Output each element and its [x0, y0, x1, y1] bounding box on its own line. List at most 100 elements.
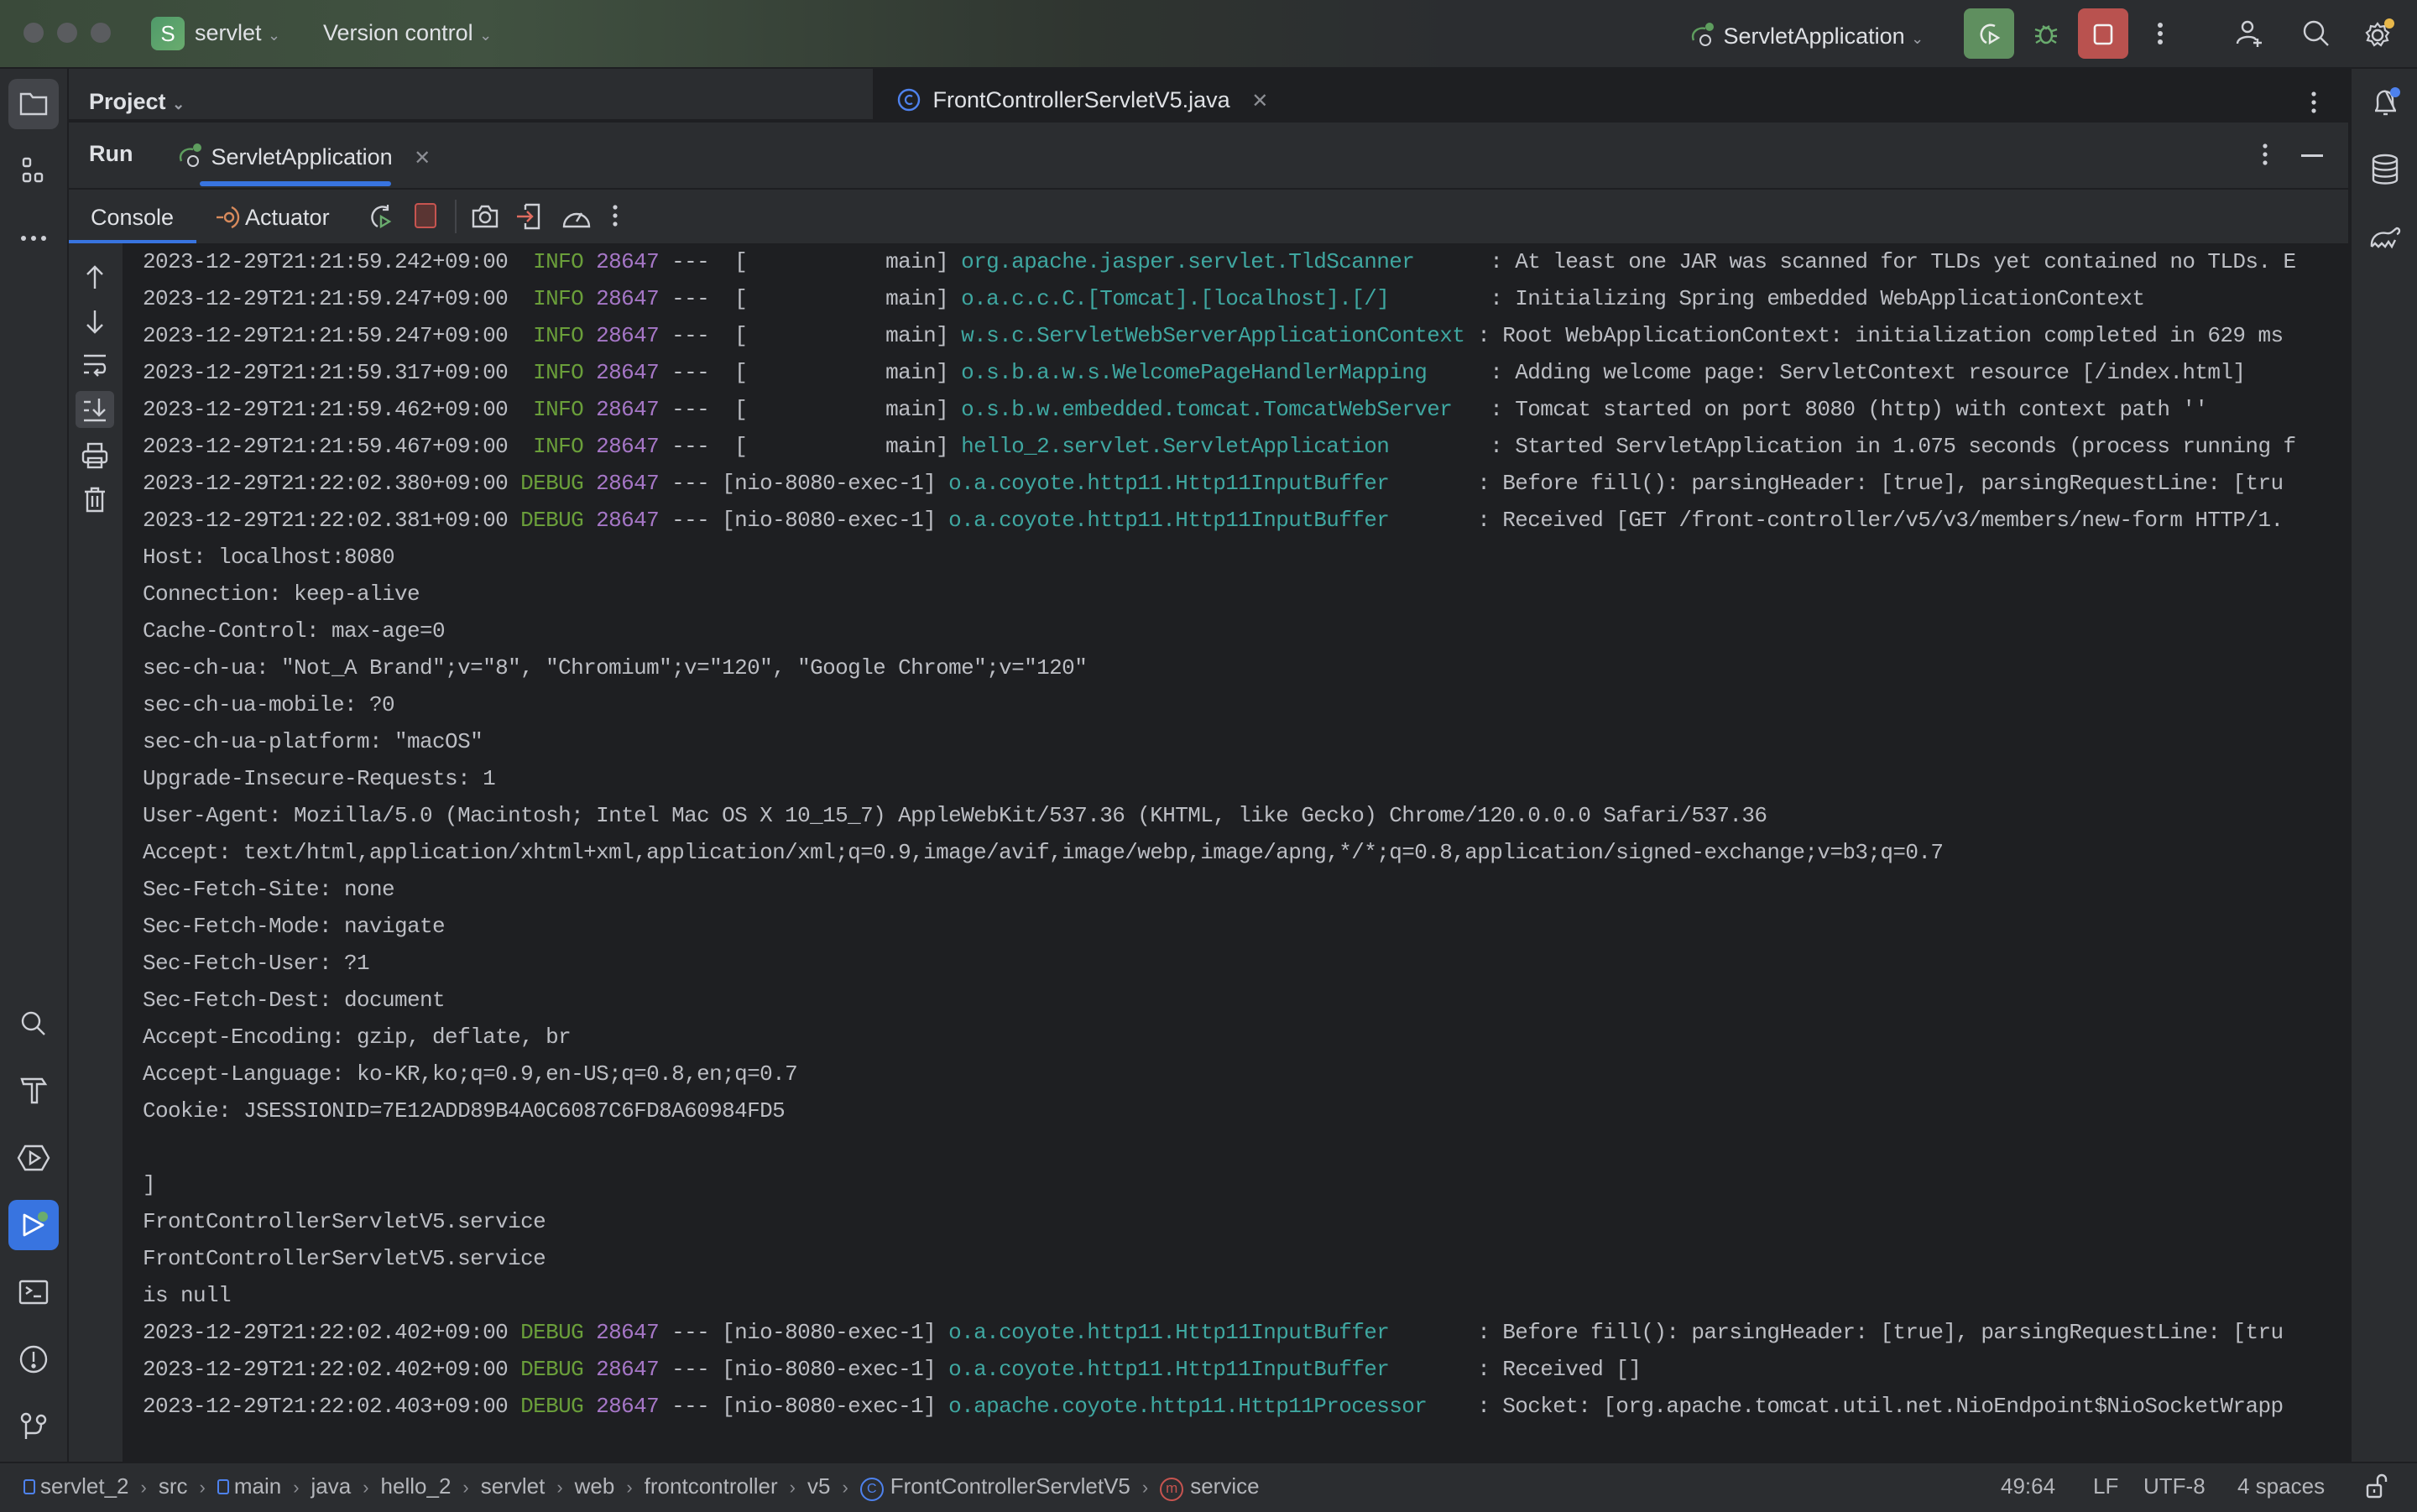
java-class-icon: C: [859, 1478, 884, 1501]
file-encoding[interactable]: UTF-8: [2143, 1473, 2206, 1499]
vcs-selector[interactable]: Version control ⌄: [323, 20, 492, 46]
project-selector[interactable]: servlet ⌄: [195, 20, 280, 46]
run-config-selector[interactable]: ServletApplication ⌄: [1689, 20, 1924, 50]
breadcrumb-item[interactable]: servlet_2: [23, 1473, 129, 1499]
database-icon: [2372, 154, 2399, 185]
log-level: INFO: [520, 397, 597, 422]
breadcrumb-label: servlet_2: [40, 1473, 129, 1499]
log-line: 2023-12-29T21:21:59.247+09:00 INFO 28647…: [123, 280, 2348, 317]
module-folder-icon: [217, 1479, 229, 1494]
caret-position[interactable]: 49:64: [2001, 1473, 2055, 1499]
right-tool-strip: [2350, 69, 2417, 1462]
console-tab[interactable]: Console: [91, 205, 174, 231]
code-with-me-button[interactable]: [2224, 8, 2274, 59]
clear-all-button[interactable]: [81, 485, 109, 518]
log-line: Accept-Encoding: gzip, deflate, br: [143, 1025, 572, 1050]
close-tab-icon[interactable]: ✕: [1251, 90, 1268, 112]
stop-console-button[interactable]: [415, 203, 436, 228]
breadcrumb-item[interactable]: servlet: [481, 1473, 546, 1499]
log-logger: o.s.b.a.w.s.WelcomePageHandlerMapping: [961, 360, 1478, 385]
gradle-button[interactable]: [2360, 211, 2410, 262]
window-minimize-button[interactable]: [57, 23, 77, 43]
console-output[interactable]: 2023-12-29T21:21:59.242+09:00 INFO 28647…: [123, 243, 2348, 1462]
more-tools-button[interactable]: [8, 213, 59, 263]
run-tab-servlet-application[interactable]: ServletApplication ✕: [176, 141, 431, 170]
project-view-selector[interactable]: Project ⌄: [89, 89, 185, 115]
structure-tool-button[interactable]: [8, 146, 59, 196]
scroll-down-button[interactable]: [81, 307, 109, 340]
soft-wrap-button[interactable]: [81, 351, 109, 383]
breadcrumb-item[interactable]: hello_2: [381, 1473, 452, 1499]
breadcrumb-item[interactable]: C FrontControllerServletV5: [859, 1473, 1130, 1501]
minimize-icon[interactable]: [2301, 154, 2323, 157]
breadcrumb-item[interactable]: web: [575, 1473, 615, 1499]
breadcrumb-item[interactable]: m service: [1160, 1473, 1260, 1501]
log-logger: o.a.c.c.C.[Tomcat].[localhost].[/]: [961, 286, 1478, 311]
problems-tool-button[interactable]: [8, 1334, 59, 1384]
run-tool-button[interactable]: [8, 1200, 59, 1250]
search-icon: [2303, 20, 2329, 46]
log-pid: 28647: [596, 323, 672, 348]
chevron-right-icon: ›: [626, 1477, 633, 1498]
settings-button[interactable]: [2358, 8, 2400, 59]
log-message: : Tomcat started on port 8080 (http) wit…: [1477, 397, 2208, 422]
more-actions-button[interactable]: [2135, 8, 2185, 59]
log-block-request-dump: Host: localhost:8080 Connection: keep-ali…: [123, 539, 2348, 1314]
screenshot-button[interactable]: [470, 201, 500, 236]
window-maximize-button[interactable]: [91, 23, 111, 43]
toolbar-divider: [455, 200, 457, 233]
window-close-button[interactable]: [23, 23, 44, 43]
editor-tabs-more-button[interactable]: [2310, 89, 2318, 122]
log-thread: --- [ main]: [671, 323, 962, 348]
run-window-options-button[interactable]: [2261, 141, 2269, 174]
chevron-right-icon: ›: [842, 1477, 848, 1498]
rerun-console-button[interactable]: [366, 201, 396, 236]
close-tab-icon[interactable]: ✕: [414, 147, 431, 169]
find-tool-button[interactable]: [8, 998, 59, 1049]
export-button[interactable]: [515, 201, 546, 236]
printer-icon: [81, 442, 108, 469]
actuator-tab-label: Actuator: [245, 205, 330, 230]
editor-tab[interactable]: FrontControllerServletV5.java ✕: [896, 87, 1268, 113]
console-more-button[interactable]: [611, 201, 619, 234]
log-line: 2023-12-29T21:22:02.403+09:00 DEBUG 2864…: [123, 1388, 2348, 1425]
profiler-button[interactable]: [561, 201, 593, 236]
readonly-toggle[interactable]: [2365, 1472, 2390, 1504]
breadcrumb-item[interactable]: java: [311, 1473, 352, 1499]
line-separator[interactable]: LF: [2093, 1473, 2118, 1499]
scroll-up-button[interactable]: [81, 263, 109, 296]
git-tool-button[interactable]: [8, 1401, 59, 1452]
terminal-tool-button[interactable]: [8, 1267, 59, 1317]
breadcrumb-label: service: [1190, 1473, 1260, 1499]
debug-button[interactable]: [2021, 8, 2071, 59]
breadcrumb-item[interactable]: src: [159, 1473, 188, 1499]
log-line: Connection: keep-alive: [143, 581, 420, 607]
log-block-startup: 2023-12-29T21:21:59.242+09:00 INFO 28647…: [123, 243, 2348, 539]
breadcrumb-item[interactable]: v5: [807, 1473, 830, 1499]
database-button[interactable]: [2360, 144, 2410, 195]
breadcrumb-item[interactable]: main: [217, 1473, 281, 1499]
project-panel-header: Project ⌄: [69, 69, 873, 119]
log-line: Sec-Fetch-Dest: document: [143, 988, 446, 1013]
bell-icon: [2374, 87, 2400, 116]
log-pid: 28647: [596, 249, 672, 274]
indent-setting[interactable]: 4 spaces: [2237, 1473, 2325, 1499]
search-everywhere-button[interactable]: [2291, 8, 2341, 59]
services-tool-button[interactable]: [8, 1133, 59, 1183]
scroll-to-end-button[interactable]: [76, 391, 114, 428]
notifications-button[interactable]: [2360, 77, 2410, 128]
rerun-button[interactable]: [1964, 8, 2014, 59]
log-logger: o.a.coyote.http11.Http11InputBuffer: [948, 1320, 1465, 1345]
stop-button[interactable]: [2078, 8, 2128, 59]
build-tool-button[interactable]: [8, 1066, 59, 1116]
print-button[interactable]: [81, 441, 109, 474]
log-pid: 28647: [596, 1394, 672, 1419]
project-tool-button[interactable]: [8, 79, 59, 129]
actuator-tab[interactable]: Actuator: [215, 205, 330, 231]
console-toolbar: Console Actuator: [69, 188, 2348, 245]
hammer-icon: [20, 1077, 48, 1104]
breadcrumb-item[interactable]: frontcontroller: [645, 1473, 778, 1499]
log-logger: o.a.coyote.http11.Http11InputBuffer: [948, 508, 1465, 533]
log-thread: --- [ main]: [671, 397, 962, 422]
log-pid: 28647: [596, 434, 672, 459]
